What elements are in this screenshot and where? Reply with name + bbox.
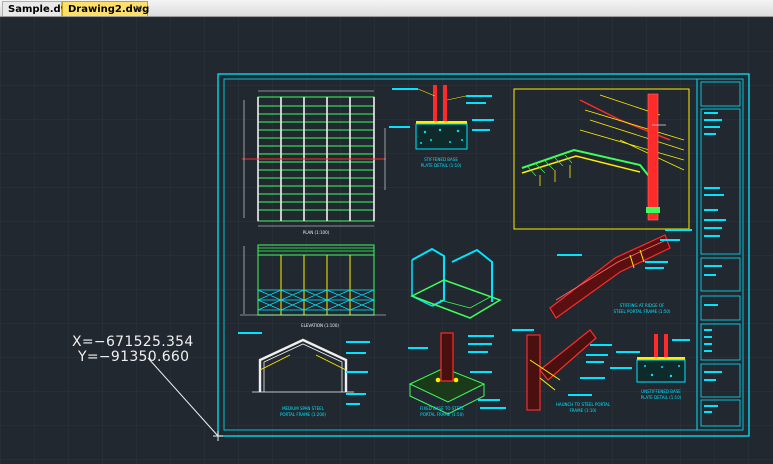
plan-caption: PLAN (1:100) [303, 230, 330, 235]
fixed-sub-caption: PORTAL FRAME (1:50) [420, 412, 464, 417]
base-sub-caption: PLATE DETAIL (1:10) [421, 163, 462, 168]
cursor-y-coordinate: Y=−91350.660 [78, 349, 190, 365]
haunch-sub-caption: FRAME (1:10) [569, 408, 596, 413]
unstiffened-sub-caption: PLATE DETAIL (1:10) [641, 395, 682, 400]
cursor-x-coordinate: X=−671525.354 [72, 334, 194, 350]
haunch-caption: HAUNCH TO STEEL PORTAL [556, 402, 611, 407]
tab-sample-dwg[interactable]: Sample.dwg [2, 1, 77, 16]
tab-drawing2-dwg[interactable]: Drawing2.dwg ✕ [62, 1, 149, 17]
close-icon[interactable]: ✕ [135, 2, 143, 17]
base-caption: STIFFENED BASE [424, 157, 458, 162]
fixed-caption: FIXED BASE TO STEEL [420, 406, 465, 411]
ridge-caption: STIFFING AT RIDGE OF [620, 303, 666, 308]
span-caption: MEDIUM SPAN STEEL [282, 406, 325, 411]
unstiffened-caption: UNSTIFFENED BASE [641, 389, 681, 394]
ridge-sub-caption: STEEL PORTAL FRAME (1:50) [614, 309, 671, 314]
span-sub-caption: PORTAL FRAME (1:200) [280, 412, 326, 417]
document-tab-bar: Sample.dwg Drawing2.dwg ✕ [0, 0, 773, 17]
elevation-caption: ELEVATION (1:100) [301, 323, 339, 328]
drawing-canvas[interactable]: PLAN (1:100) ELEVATION (1:100) STIFFENED… [0, 17, 773, 464]
